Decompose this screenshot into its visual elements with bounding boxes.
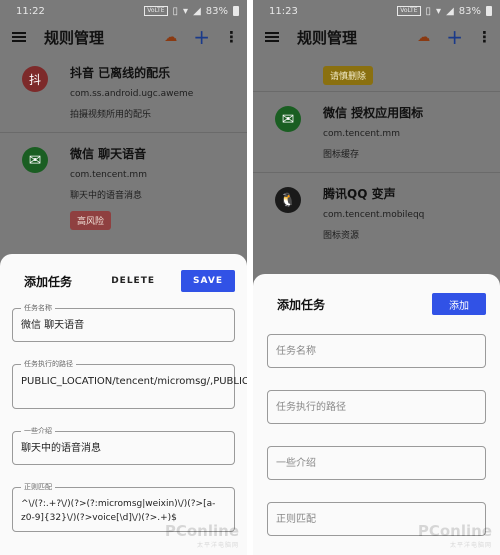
wifi-icon: ▾ [183,5,189,17]
field-placeholder: 任务执行的路径 [276,402,346,413]
sheet-header: 添加任务 添加 [265,274,488,334]
plus-icon[interactable]: + [446,27,463,47]
watermark-logo: PConline 太平洋电脑网 [417,522,492,549]
rule-name: 微信 授权应用图标 [323,106,424,120]
watermark-logo: PConline 太平洋电脑网 [164,522,239,549]
field-placeholder: 一些介绍 [276,458,316,469]
task-intro-field[interactable]: 一些介绍 [267,446,486,480]
risk-badge: 高风险 [70,211,112,230]
qq-app-icon: 🐧 [275,187,301,213]
plus-icon[interactable]: + [193,27,210,47]
task-path-field[interactable]: 任务执行的路径 PUBLIC_LOCATION/tencent/micromsg… [12,359,247,409]
rule-description: 图标缓存 [323,150,360,160]
task-intro-field[interactable]: 一些介绍 聊天中的语音消息 [12,426,235,465]
right-screen: 11:23 VoLTE ▯ ▾ ◢ 83% 规则管理 ☁ + ⋮ 请慎删除 ✉ … [253,0,500,555]
battery-icon [486,6,492,16]
rule-package: com.tencent.mobileqq [323,210,425,220]
douyin-app-icon: 抖 [22,66,48,92]
more-vert-icon[interactable]: ⋮ [224,29,239,45]
wechat-app-icon: ✉ [22,147,48,173]
rule-description: 拍摄视频所用的配乐 [70,110,152,120]
signal-icon: ◢ [446,5,454,17]
sheet-title: 添加任务 [277,297,326,312]
rule-item-qq-voice[interactable]: 🐧 腾讯QQ 变声 com.tencent.mobileqq 图标资源 [253,172,500,253]
toolbar: 规则管理 ☁ + ⋮ [0,22,247,52]
rule-name: 微信 聊天语音 [70,147,147,161]
menu-icon[interactable] [12,32,26,42]
rule-item-wechat-icons[interactable]: ✉ 微信 授权应用图标 com.tencent.mm 图标缓存 [253,91,500,172]
field-value: ^\/(?:.+?\/)(?>(?:micromsg|weixin)\/)(?>… [21,499,216,523]
rule-description: 图标资源 [323,231,360,241]
cloud-icon[interactable]: ☁ [417,30,430,45]
rule-description: 聊天中的语音消息 [70,191,143,201]
wifi-icon: ▾ [436,5,442,17]
task-name-field[interactable]: 任务名称 [267,334,486,368]
add-button[interactable]: 添加 [432,293,486,315]
add-task-sheet: 添加任务 DELETE SAVE 任务名称 微信 聊天语音 任务执行的路径 PU… [0,254,247,555]
rule-package: com.tencent.mm [70,170,147,180]
field-value: 聊天中的语音消息 [21,443,101,454]
delete-button[interactable]: DELETE [111,276,155,286]
rule-item-douyin[interactable]: 抖 抖音 已离线的配乐 com.ss.android.ugc.aweme 拍摄视… [0,52,247,132]
field-value: 微信 聊天语音 [21,320,85,331]
page-title: 规则管理 [297,28,358,47]
wechat-app-icon: ✉ [275,106,301,132]
field-placeholder: 正则匹配 [276,514,316,525]
battery-percent: 83% [205,5,228,17]
caution-badge: 请慎删除 [323,66,374,85]
rule-item-wechat-voice[interactable]: ✉ 微信 聊天语音 com.tencent.mm 聊天中的语音消息 高风险 [0,132,247,238]
battery-icon [233,6,239,16]
field-label: 一些介绍 [21,426,55,436]
volte-icon: VoLTE [144,6,168,16]
status-time: 11:23 [269,5,298,17]
save-button[interactable]: SAVE [181,270,235,292]
task-path-field[interactable]: 任务执行的路径 [267,390,486,424]
more-vert-icon[interactable]: ⋮ [477,29,492,45]
status-bar: 11:22 VoLTE ▯ ▾ ◢ 83% [0,0,247,22]
vibrate-icon: ▯ [172,5,179,17]
toolbar: 规则管理 ☁ + ⋮ [253,22,500,52]
sheet-title: 添加任务 [24,274,73,289]
field-label: 任务名称 [21,303,55,313]
rule-name: 腾讯QQ 变声 [323,187,396,201]
field-label: 任务执行的路径 [21,359,76,369]
field-value: PUBLIC_LOCATION/tencent/micromsg/,PUBLIC… [21,376,247,387]
menu-icon[interactable] [265,32,279,42]
volte-icon: VoLTE [397,6,421,16]
field-label: 正则匹配 [21,482,55,492]
signal-icon: ◢ [193,5,201,17]
task-name-field[interactable]: 任务名称 微信 聊天语音 [12,303,235,342]
vibrate-icon: ▯ [425,5,432,17]
status-time: 11:22 [16,5,45,17]
rule-package: com.tencent.mm [323,129,400,139]
cloud-icon[interactable]: ☁ [164,30,177,45]
top-badge-row: 请慎删除 [253,52,500,91]
page-title: 规则管理 [44,28,105,47]
sheet-header: 添加任务 DELETE SAVE [12,254,235,308]
status-bar: 11:23 VoLTE ▯ ▾ ◢ 83% [253,0,500,22]
rule-name: 抖音 已离线的配乐 [70,66,171,80]
add-task-sheet: 添加任务 添加 任务名称 任务执行的路径 一些介绍 正则匹配 [253,274,500,555]
field-placeholder: 任务名称 [276,346,316,357]
battery-percent: 83% [458,5,481,17]
left-screen: 11:22 VoLTE ▯ ▾ ◢ 83% 规则管理 ☁ + ⋮ 抖 抖音 已离… [0,0,247,555]
rule-package: com.ss.android.ugc.aweme [70,89,194,99]
